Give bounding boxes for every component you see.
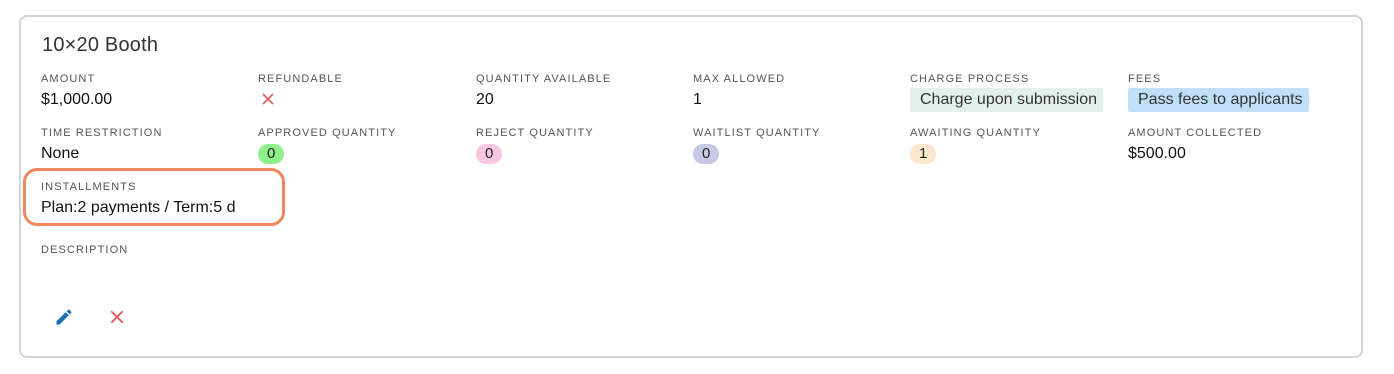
field-value: 1 <box>693 91 702 108</box>
installments-value: Plan:2 payments / Term:5 d <box>41 199 236 216</box>
field-quantity-available: QUANTITY AVAILABLE 20 <box>476 73 686 115</box>
x-icon <box>110 310 124 324</box>
field-installments: INSTALLMENTS Plan:2 payments / Term:5 d <box>41 181 281 223</box>
field-label: APPROVED QUANTITY <box>258 127 397 139</box>
field-label: REFUNDABLE <box>258 73 343 85</box>
field-label: DESCRIPTION <box>41 244 129 256</box>
card-title: 10×20 Booth <box>42 34 159 56</box>
field-label: AMOUNT <box>41 73 96 85</box>
field-refundable: REFUNDABLE <box>258 73 468 115</box>
field-awaiting-quantity: AWAITING QUANTITY 1 <box>910 127 1120 169</box>
field-label: MAX ALLOWED <box>693 73 786 85</box>
fees-tag: Pass fees to applicants <box>1128 88 1309 112</box>
description-value <box>41 262 251 286</box>
field-max-allowed: MAX ALLOWED 1 <box>693 73 903 115</box>
ticket-card: 10×20 Booth AMOUNT $1,000.00 REFUNDABLE … <box>19 15 1363 358</box>
field-amount: AMOUNT $1,000.00 <box>41 73 251 115</box>
waitlist-count-badge: 0 <box>693 144 720 164</box>
field-value: $500.00 <box>1128 145 1186 162</box>
field-label: FEES <box>1128 73 1162 85</box>
delete-button[interactable] <box>105 305 129 329</box>
field-amount-collected: AMOUNT COLLECTED $500.00 <box>1128 127 1338 169</box>
field-label: REJECT QUANTITY <box>476 127 594 139</box>
field-label: CHARGE PROCESS <box>910 73 1030 85</box>
field-label: TIME RESTRICTION <box>41 127 163 139</box>
field-reject-quantity: REJECT QUANTITY 0 <box>476 127 686 169</box>
field-value: None <box>41 145 80 162</box>
field-description: DESCRIPTION <box>41 244 251 286</box>
edit-button[interactable] <box>52 305 76 329</box>
field-charge-process: CHARGE PROCESS Charge upon submission <box>910 73 1120 115</box>
field-time-restriction: TIME RESTRICTION None <box>41 127 251 169</box>
reject-count-badge: 0 <box>476 144 503 164</box>
field-label: WAITLIST QUANTITY <box>693 127 821 139</box>
field-approved-quantity: APPROVED QUANTITY 0 <box>258 127 468 169</box>
field-label: QUANTITY AVAILABLE <box>476 73 612 85</box>
field-value: 20 <box>476 91 494 108</box>
field-label: AMOUNT COLLECTED <box>1128 127 1263 139</box>
approved-count-badge: 0 <box>258 144 285 164</box>
pencil-icon <box>56 309 72 325</box>
charge-process-tag: Charge upon submission <box>910 88 1103 112</box>
field-waitlist-quantity: WAITLIST QUANTITY 0 <box>693 127 903 169</box>
x-icon <box>262 93 274 105</box>
field-label: AWAITING QUANTITY <box>910 127 1041 139</box>
awaiting-count-badge: 1 <box>910 144 937 164</box>
field-fees: FEES Pass fees to applicants <box>1128 73 1338 115</box>
field-value: $1,000.00 <box>41 91 113 108</box>
field-label: INSTALLMENTS <box>41 181 137 193</box>
